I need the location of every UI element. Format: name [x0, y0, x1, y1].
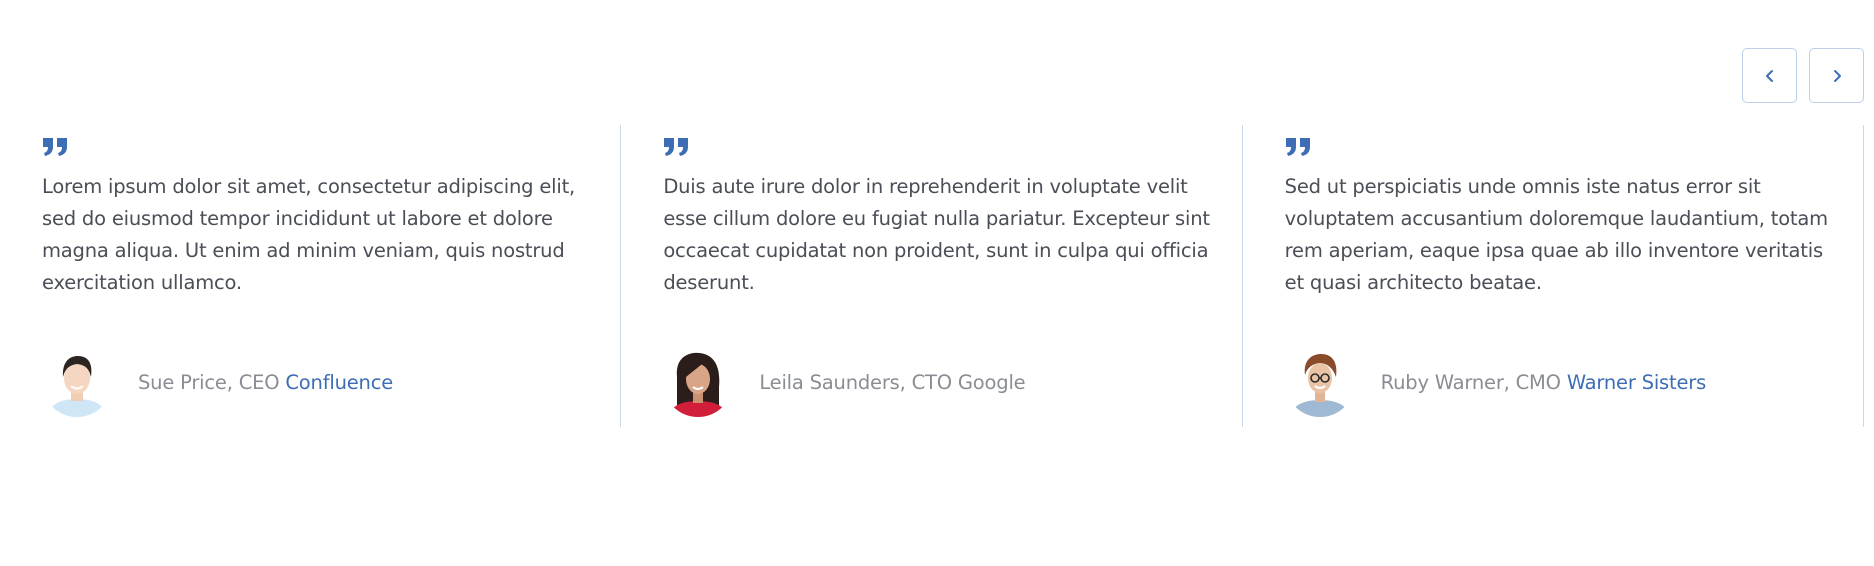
author-name: Sue Price, CEO	[138, 370, 286, 394]
testimonial-text: Sed ut perspiciatis unde omnis iste natu…	[1284, 175, 1828, 294]
author-line: Ruby Warner, CMO Warner Sisters	[1380, 370, 1707, 394]
testimonial-text: Lorem ipsum dolor sit amet, consectetur …	[42, 175, 576, 294]
next-button[interactable]	[1809, 48, 1864, 103]
carousel-navigation	[1742, 48, 1864, 103]
testimonial-slider: Lorem ipsum dolor sit amet, consectetur …	[0, 125, 1864, 427]
testimonial-author: Leila Saunders, CTO Google	[663, 347, 1026, 417]
author-line: Leila Saunders, CTO Google	[759, 371, 1025, 394]
testimonial-card-2: Duis aute irure dolor in reprehenderit i…	[621, 125, 1243, 427]
quote-icon	[43, 138, 67, 156]
chevron-left-icon	[1765, 69, 1773, 82]
author-name: Leila Saunders, CTO Google	[759, 370, 1026, 394]
testimonial-author: Ruby Warner, CMO Warner Sisters	[1284, 347, 1707, 417]
avatar	[663, 347, 734, 417]
quote-icon	[664, 138, 689, 156]
avatar	[42, 347, 112, 417]
testimonial-card-1: Lorem ipsum dolor sit amet, consectetur …	[0, 125, 622, 427]
author-name: Ruby Warner, CMO	[1380, 370, 1567, 394]
quote-icon	[1285, 138, 1310, 156]
chevron-right-icon	[1833, 69, 1841, 82]
testimonial-text: Duis aute irure dolor in reprehenderit i…	[663, 175, 1210, 294]
avatar	[1284, 347, 1355, 417]
avatar-image	[42, 347, 112, 417]
testimonial-card-3: Sed ut perspiciatis unde omnis iste natu…	[1243, 125, 1864, 427]
previous-button[interactable]	[1742, 48, 1797, 103]
company-link-confluence[interactable]: Confluence	[285, 371, 393, 394]
author-line: Sue Price, CEO Confluence	[138, 371, 393, 394]
avatar-image	[1284, 347, 1355, 417]
company-link-warner-sisters[interactable]: Warner Sisters	[1567, 371, 1706, 394]
avatar-image	[663, 347, 734, 417]
testimonial-author: Sue Price, CEO Confluence	[42, 347, 393, 417]
